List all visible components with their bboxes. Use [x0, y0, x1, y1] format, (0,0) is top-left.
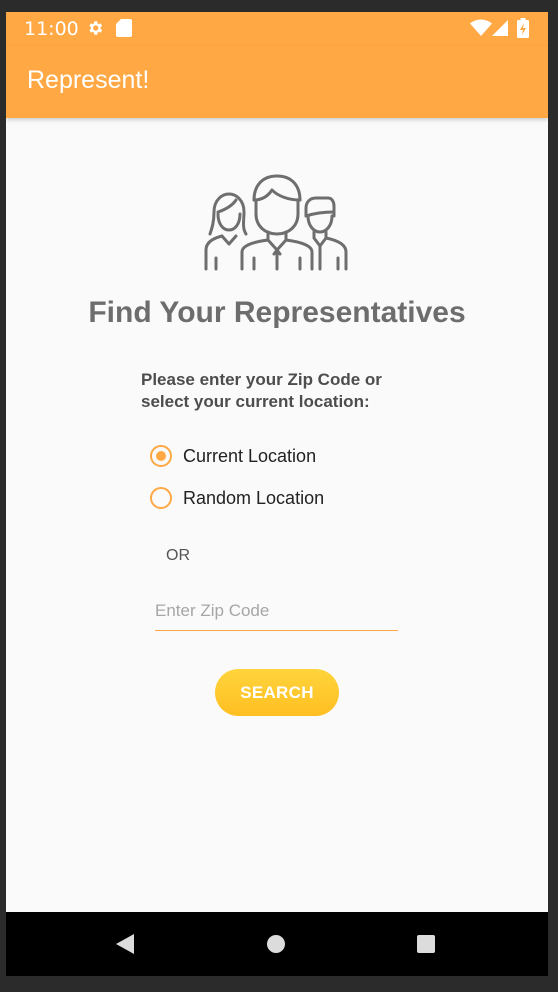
radio-label: Random Location — [183, 487, 325, 508]
radio-button-checked[interactable] — [150, 445, 172, 467]
radio-current-location[interactable]: Current Location — [150, 442, 316, 470]
app-bar: Represent! — [6, 46, 548, 118]
signal-icon — [492, 20, 508, 41]
status-bar: 11:00 — [6, 12, 548, 46]
sd-card-icon — [116, 19, 132, 42]
recents-icon[interactable] — [416, 934, 436, 959]
navigation-bar — [6, 912, 548, 976]
radio-label: Current Location — [183, 445, 317, 466]
people-group-icon — [202, 170, 352, 279]
home-icon[interactable] — [266, 934, 286, 959]
instruction-text: Please enter your Zip Code or select you… — [141, 370, 382, 411]
radio-button-unchecked[interactable] — [150, 487, 172, 509]
back-icon[interactable] — [114, 932, 136, 961]
or-separator: OR — [166, 547, 190, 564]
search-button[interactable]: SEARCH — [215, 669, 339, 716]
settings-icon — [86, 19, 104, 42]
status-time: 11:00 — [24, 18, 79, 40]
battery-charging-icon — [517, 18, 529, 43]
wifi-icon — [470, 19, 492, 42]
zip-code-input[interactable] — [155, 596, 398, 631]
app-title: Represent! — [27, 66, 150, 94]
page-title: Find Your Representatives — [88, 296, 466, 329]
app-screen: 11:00 Represent! Find Your Representativ… — [6, 12, 548, 976]
radio-random-location[interactable]: Random Location — [150, 484, 324, 512]
